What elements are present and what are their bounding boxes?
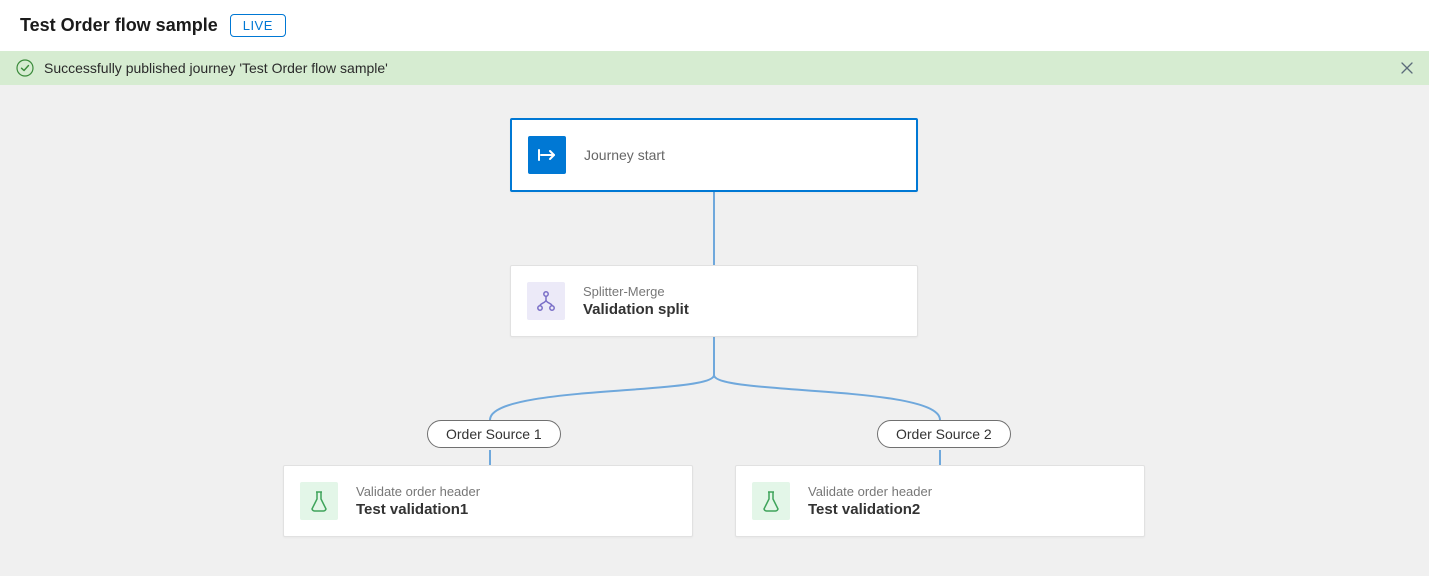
validate2-type-label: Validate order header: [808, 484, 932, 499]
close-icon[interactable]: [1399, 60, 1415, 76]
status-badge: LIVE: [230, 14, 286, 37]
flask-icon: [752, 482, 790, 520]
splitter-node[interactable]: Splitter-Merge Validation split: [510, 265, 918, 337]
checkmark-icon: [16, 59, 34, 77]
validate2-title: Test validation2: [808, 501, 932, 518]
splitter-title: Validation split: [583, 301, 689, 318]
success-notification: Successfully published journey 'Test Ord…: [0, 51, 1429, 85]
journey-canvas[interactable]: Journey start Splitter-Merge Validation …: [0, 85, 1429, 576]
start-icon: [528, 136, 566, 174]
journey-start-node[interactable]: Journey start: [510, 118, 918, 192]
validate1-title: Test validation1: [356, 501, 480, 518]
validate-node-1[interactable]: Validate order header Test validation1: [283, 465, 693, 537]
validate1-type-label: Validate order header: [356, 484, 480, 499]
page-title: Test Order flow sample: [20, 15, 218, 36]
start-node-label: Journey start: [584, 147, 665, 163]
branch-label-1[interactable]: Order Source 1: [427, 420, 561, 448]
flask-icon: [300, 482, 338, 520]
splitter-type-label: Splitter-Merge: [583, 284, 689, 299]
validate-node-2[interactable]: Validate order header Test validation2: [735, 465, 1145, 537]
branch-label-2[interactable]: Order Source 2: [877, 420, 1011, 448]
page-header: Test Order flow sample LIVE: [0, 0, 1429, 51]
notification-text: Successfully published journey 'Test Ord…: [44, 60, 388, 76]
split-icon: [527, 282, 565, 320]
